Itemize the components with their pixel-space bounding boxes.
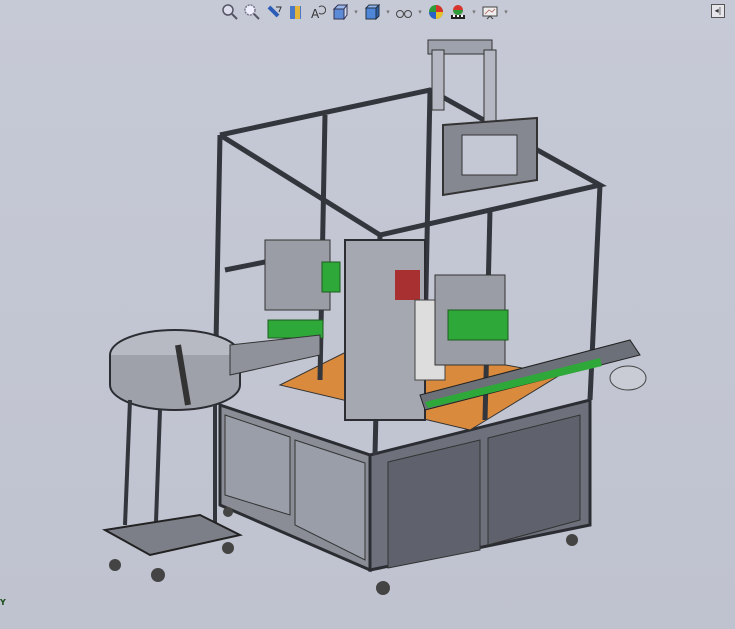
graphics-area[interactable]: A ▾ ▾ ▾ ▾ ▾ ◂| Y [0,0,735,629]
cabinet-base [218,398,592,573]
cad-model-view [101,39,647,595]
axis-triad: Y [0,598,6,607]
hood-box [442,116,538,197]
